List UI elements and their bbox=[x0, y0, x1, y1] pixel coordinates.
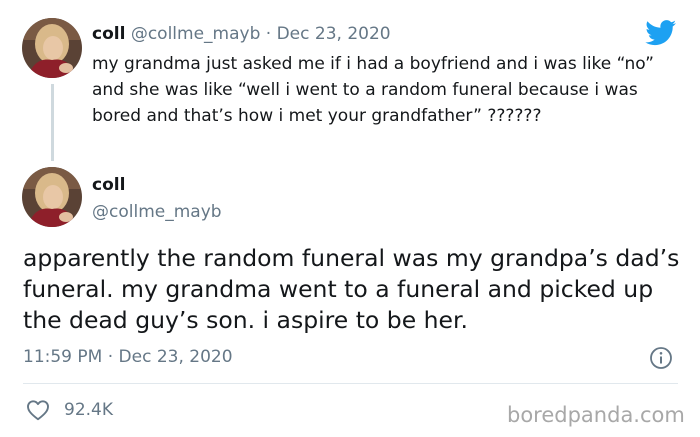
heart-icon[interactable] bbox=[26, 399, 50, 421]
tweet-date[interactable]: Dec 23, 2020 bbox=[277, 24, 391, 44]
meta-separator: · bbox=[107, 347, 114, 367]
profile-photo bbox=[22, 18, 82, 78]
profile-photo bbox=[22, 167, 82, 227]
avatar[interactable] bbox=[22, 167, 82, 227]
display-name[interactable]: coll bbox=[92, 24, 125, 44]
tweet-time: 11:59 PM bbox=[23, 347, 103, 367]
like-count[interactable]: 92.4K bbox=[64, 399, 113, 421]
info-icon[interactable] bbox=[649, 346, 673, 370]
meta-separator: · bbox=[265, 24, 272, 44]
display-name[interactable]: coll bbox=[92, 173, 125, 197]
user-handle[interactable]: @collme_mayb bbox=[131, 24, 261, 44]
user-handle[interactable]: @collme_mayb bbox=[92, 200, 222, 224]
reply-tweet-header: coll @collme_mayb · Dec 23, 2020 bbox=[92, 22, 391, 46]
tweet-date: Dec 23, 2020 bbox=[118, 347, 233, 367]
reply-tweet-text: my grandma just asked me if i had a boyf… bbox=[92, 54, 654, 126]
avatar[interactable] bbox=[22, 18, 82, 78]
twitter-bird-icon bbox=[645, 20, 677, 46]
thread-connector bbox=[51, 84, 54, 161]
divider bbox=[23, 383, 678, 384]
main-tweet-text: apparently the random funeral was my gra… bbox=[23, 244, 680, 334]
source-watermark: boredpanda.com bbox=[507, 403, 685, 427]
tweet-timestamp[interactable]: 11:59 PM · Dec 23, 2020 bbox=[23, 345, 233, 369]
